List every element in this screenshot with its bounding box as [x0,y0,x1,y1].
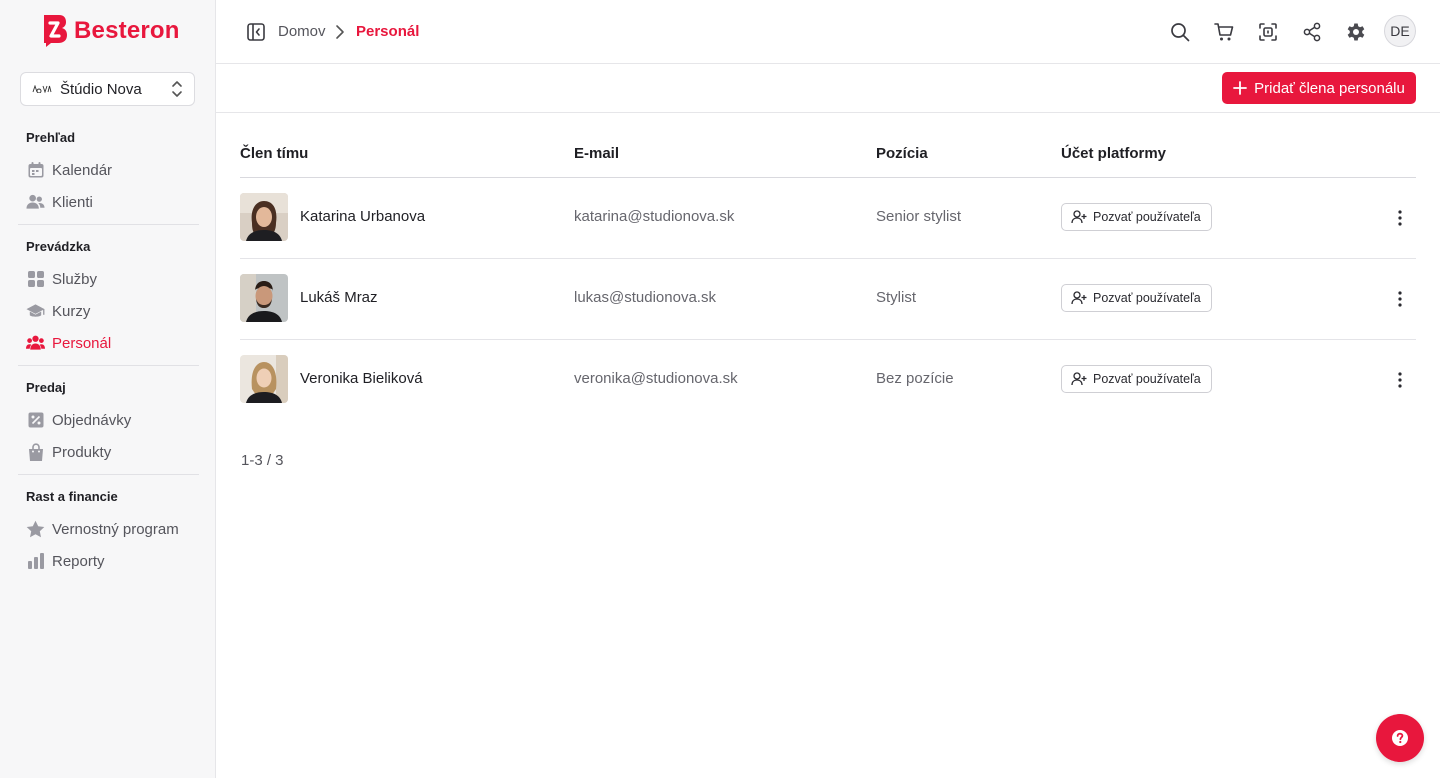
more-vertical-icon[interactable] [1388,287,1412,311]
scan-icon[interactable] [1256,20,1280,44]
sidebar-item-label: Produkty [52,443,112,461]
calendar-icon [26,161,45,180]
help-button[interactable] [1376,714,1424,762]
sidebar: Besteron Štúdio Nova Prehľad Kalendár Kl… [0,0,216,778]
chevron-right-icon [336,25,344,39]
table-row[interactable]: Veronika Bieliková veronika@studionova.s… [240,340,1416,421]
invite-user-button[interactable]: Pozvať používateľa [1061,284,1212,312]
staff-photo [240,355,288,403]
nav-heading: Rast a financie [26,489,118,504]
sidebar-item-label: Objednávky [52,411,132,429]
invite-user-button[interactable]: Pozvať používateľa [1061,203,1212,231]
sidebar-item-label: Reporty [52,552,105,570]
brand-logo[interactable]: Besteron [40,14,180,48]
table-row[interactable]: Katarina Urbanova katarina@studionova.sk… [240,178,1416,259]
user-plus-icon [1071,210,1087,224]
sidebar-item-label: Kalendár [52,161,113,179]
sidebar-item-courses[interactable]: Kurzy [0,295,216,327]
chevron-up-down-icon [172,81,182,97]
team-icon [26,334,45,353]
workspace-name: Štúdio Nova [60,80,142,98]
workspace-logo-icon [32,84,52,94]
grid-icon [26,270,45,289]
nav-heading: Prevádzka [26,239,91,254]
nav-section-operations: Prevádzka Služby Kurzy Personál [0,238,216,359]
staff-position: Bez pozície [876,370,954,387]
staff-photo [240,274,288,322]
sidebar-item-label: Personál [52,334,112,352]
column-header-account[interactable]: Účet platformy [1061,145,1166,162]
shopping-bag-icon [26,442,45,462]
nav-section-overview: Prehľad Kalendár Klienti [0,129,216,218]
user-avatar[interactable]: DE [1384,15,1416,47]
pagination-info: 1-3 / 3 [241,452,284,469]
gear-icon[interactable] [1344,20,1368,44]
more-vertical-icon[interactable] [1388,206,1412,230]
sidebar-collapse-icon[interactable] [246,22,266,42]
breadcrumb-current: Personál [356,23,420,40]
nav-divider [18,474,199,475]
sidebar-item-clients[interactable]: Klienti [0,186,216,218]
users-icon [26,193,45,212]
workspace-switcher[interactable]: Štúdio Nova [20,72,195,106]
staff-photo [240,193,288,241]
sidebar-item-calendar[interactable]: Kalendár [0,154,216,186]
brand-name: Besteron [74,17,180,44]
invite-user-label: Pozvať používateľa [1093,372,1201,386]
nav-section-growth: Rast a financie Vernostný program Report… [0,488,216,577]
staff-name[interactable]: Katarina Urbanova [300,208,425,225]
nav-divider [18,224,199,225]
staff-position: Senior stylist [876,208,962,225]
user-plus-icon [1071,291,1087,305]
staff-name[interactable]: Veronika Bieliková [300,370,423,387]
search-icon[interactable] [1168,20,1192,44]
sidebar-item-orders[interactable]: Objednávky [0,404,216,436]
more-vertical-icon[interactable] [1388,368,1412,392]
invite-user-label: Pozvať používateľa [1093,291,1201,305]
order-icon [26,411,45,430]
table-header: Člen tímu E-mail Pozícia Účet platformy [240,130,1416,178]
breadcrumb-home[interactable]: Domov [278,22,326,42]
share-icon[interactable] [1300,20,1324,44]
staff-position: Stylist [876,289,917,306]
star-icon [26,520,45,539]
column-header-email[interactable]: E-mail [574,145,619,162]
staff-email: katarina@studionova.sk [574,208,735,225]
nav-heading: Predaj [26,380,66,395]
plus-icon [1233,81,1248,95]
nav-section-sales: Predaj Objednávky Produkty [0,379,216,468]
invite-user-button[interactable]: Pozvať používateľa [1061,365,1212,393]
staff-name[interactable]: Lukáš Mraz [300,289,378,306]
action-bar: Pridať člena personálu [216,64,1440,113]
column-header-position[interactable]: Pozícia [876,145,928,162]
sidebar-item-label: Vernostný program [52,520,179,538]
sidebar-item-label: Služby [52,270,98,288]
invite-user-label: Pozvať používateľa [1093,210,1201,224]
cart-icon[interactable] [1212,20,1236,44]
sidebar-item-staff[interactable]: Personál [0,327,216,359]
topbar: Domov Personál DE [216,0,1440,64]
help-icon [1392,730,1408,746]
staff-email: veronika@studionova.sk [574,370,738,387]
add-staff-label: Pridať člena personálu [1254,79,1405,97]
sidebar-item-label: Kurzy [52,302,91,320]
table-row[interactable]: Lukáš Mraz lukas@studionova.sk Stylist P… [240,259,1416,340]
user-plus-icon [1071,372,1087,386]
staff-table: Člen tímu E-mail Pozícia Účet platformy … [240,130,1416,421]
besteron-logo-icon [44,15,67,47]
nav-heading: Prehľad [26,130,76,145]
staff-email: lukas@studionova.sk [574,289,716,306]
column-header-member[interactable]: Člen tímu [240,145,308,162]
sidebar-item-reports[interactable]: Reporty [0,545,216,577]
nav-divider [18,365,199,366]
sidebar-item-loyalty[interactable]: Vernostný program [0,513,216,545]
sidebar-item-label: Klienti [52,193,93,211]
sidebar-item-services[interactable]: Služby [0,263,216,295]
sidebar-item-products[interactable]: Produkty [0,436,216,468]
bar-chart-icon [26,552,45,571]
add-staff-button[interactable]: Pridať člena personálu [1222,72,1416,104]
graduation-cap-icon [26,302,45,321]
